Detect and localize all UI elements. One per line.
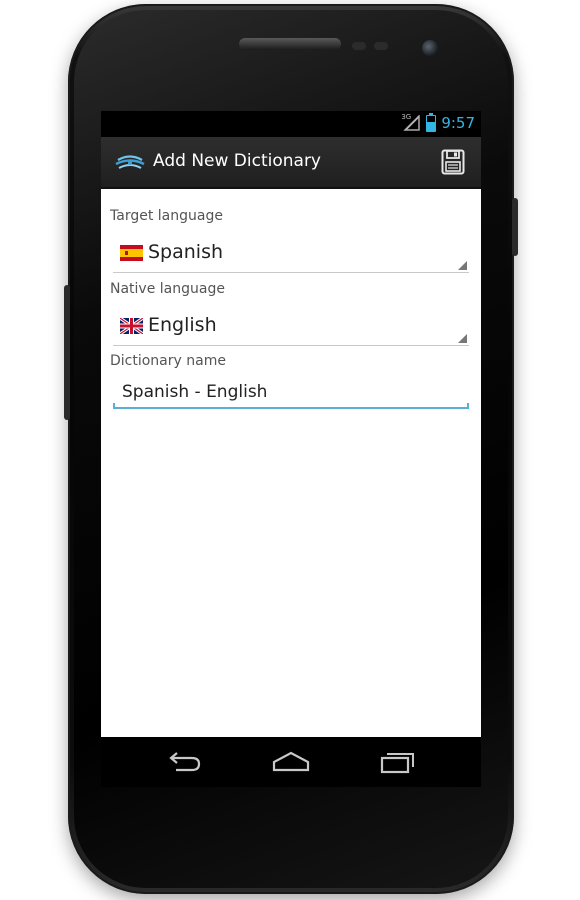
spinner-underline bbox=[113, 345, 469, 346]
volume-button bbox=[64, 285, 70, 420]
form-content: Target language Spanish Native language … bbox=[101, 189, 481, 737]
page-title: Add New Dictionary bbox=[153, 151, 321, 171]
native-language-label: Native language bbox=[110, 281, 225, 297]
target-language-value: Spanish bbox=[148, 241, 224, 263]
spain-flag-icon bbox=[120, 245, 143, 261]
action-bar: Add New Dictionary bbox=[101, 137, 481, 189]
dictionary-name-label: Dictionary name bbox=[110, 353, 226, 369]
status-bar: 3G 9:57 bbox=[101, 111, 481, 137]
power-button bbox=[512, 198, 518, 256]
target-language-spinner[interactable]: Spanish bbox=[113, 233, 469, 273]
proximity-sensor bbox=[352, 42, 366, 50]
native-language-value: English bbox=[148, 314, 217, 336]
field-focus-underline bbox=[113, 407, 469, 409]
target-language-label: Target language bbox=[110, 208, 223, 224]
signal-icon: 3G bbox=[401, 113, 421, 131]
status-icons: 3G 9:57 bbox=[401, 112, 475, 132]
light-sensor bbox=[374, 42, 388, 50]
save-icon[interactable] bbox=[441, 149, 465, 175]
status-clock: 9:57 bbox=[441, 114, 475, 132]
field-focus-tick bbox=[113, 403, 115, 409]
dictionary-name-field[interactable]: Spanish - English bbox=[113, 375, 469, 411]
field-focus-tick bbox=[467, 403, 469, 409]
screen: 3G 9:57 Add New Dictionary Target langua… bbox=[101, 111, 481, 787]
dropdown-arrow-icon bbox=[458, 334, 467, 343]
navigation-bar bbox=[101, 737, 481, 787]
battery-icon bbox=[426, 112, 437, 132]
spinner-underline bbox=[113, 272, 469, 273]
uk-flag-icon bbox=[120, 318, 143, 334]
native-language-spinner[interactable]: English bbox=[113, 306, 469, 346]
dictionary-name-value: Spanish - English bbox=[122, 382, 268, 402]
recents-icon[interactable] bbox=[378, 749, 418, 775]
back-icon[interactable] bbox=[164, 749, 204, 775]
front-camera bbox=[422, 40, 438, 56]
home-icon[interactable] bbox=[271, 749, 311, 775]
dropdown-arrow-icon bbox=[458, 261, 467, 270]
dictionary-app-icon[interactable] bbox=[115, 151, 145, 173]
earpiece-speaker bbox=[239, 38, 341, 50]
